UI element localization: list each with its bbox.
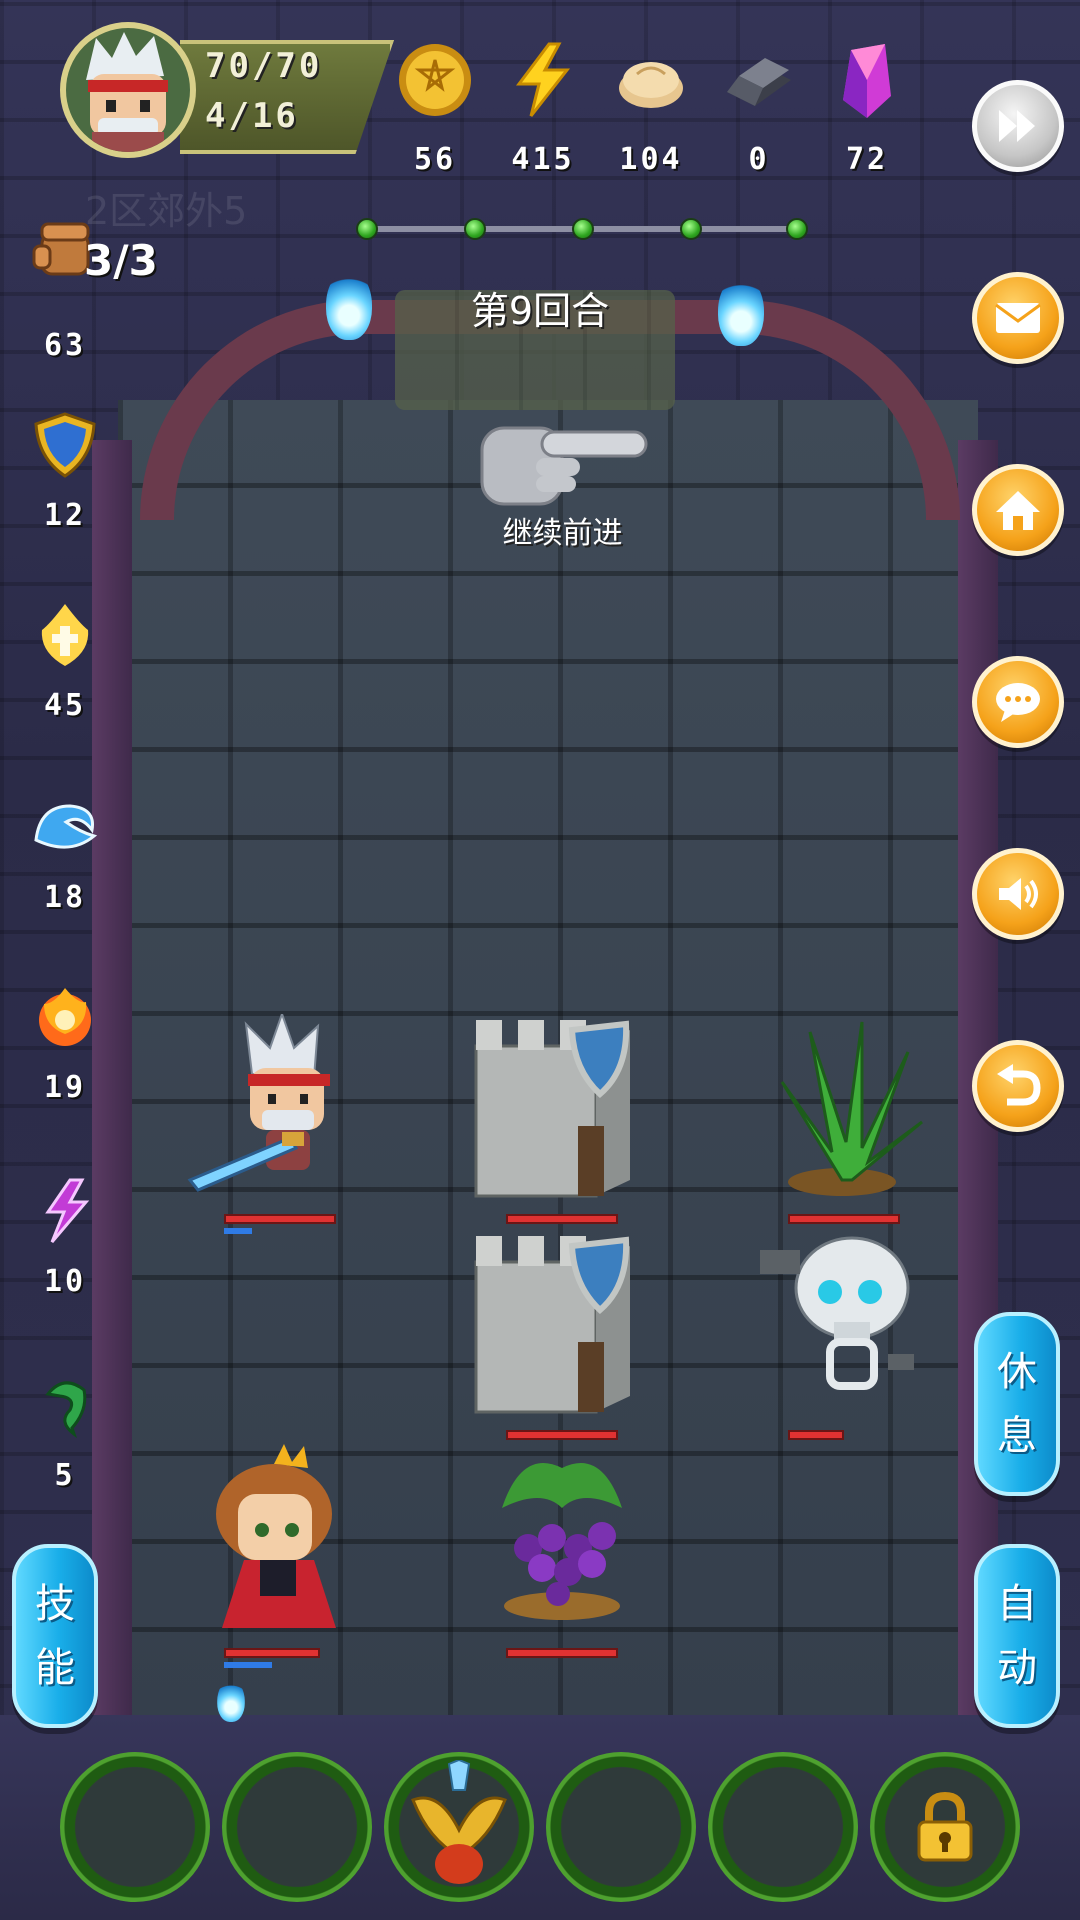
rest-label: 休息 bbox=[997, 1349, 1037, 1459]
resource-bun: 104 bbox=[606, 40, 696, 177]
lightning-value: 10 bbox=[43, 1264, 87, 1299]
stage-progress-dot bbox=[356, 218, 378, 240]
level-progress-text: 4/16 bbox=[205, 96, 299, 136]
winged-potion-icon bbox=[411, 1760, 507, 1884]
continue-label: 继续前进 bbox=[502, 516, 623, 551]
attr-shield: 12 bbox=[20, 410, 110, 533]
poison-claw-icon bbox=[45, 1381, 87, 1439]
hero-swordsman-icon bbox=[187, 1010, 330, 1192]
iron-value: 0 bbox=[748, 142, 770, 177]
grapes-hp-bar bbox=[506, 1648, 618, 1658]
water-value: 18 bbox=[43, 880, 87, 915]
sound-button[interactable] bbox=[972, 848, 1064, 940]
purple-lightning-icon bbox=[45, 1178, 90, 1243]
skill-slot-3[interactable] bbox=[384, 1752, 534, 1902]
hero-hp-bar bbox=[224, 1214, 336, 1224]
shield-value: 12 bbox=[43, 498, 87, 533]
skill-slot-1[interactable] bbox=[60, 1752, 210, 1902]
fire-icon bbox=[39, 988, 91, 1046]
return-button[interactable] bbox=[972, 1040, 1064, 1132]
resource-crystal: 72 bbox=[822, 40, 912, 177]
iron-ingot-icon bbox=[727, 58, 791, 106]
continue-forward-button[interactable] bbox=[472, 418, 652, 512]
envelope-icon bbox=[995, 303, 1041, 333]
stone-tower-icon bbox=[474, 1020, 630, 1198]
energy-value: 415 bbox=[511, 142, 575, 177]
skeleton-warrior-icon bbox=[760, 1236, 914, 1390]
skeleton-unit[interactable] bbox=[760, 1228, 940, 1422]
bun-value: 104 bbox=[619, 142, 683, 177]
crystal-value: 72 bbox=[845, 142, 889, 177]
princess-mp-bar bbox=[224, 1662, 272, 1668]
rest-button[interactable]: 休息 bbox=[974, 1312, 1060, 1496]
home-button[interactable] bbox=[972, 464, 1064, 556]
shield-icon bbox=[34, 412, 96, 478]
game-stage: 70/70 4/16 2区郊外5 56 415 104 0 72 第9回合 继续… bbox=[0, 0, 1080, 1920]
holy-value: 45 bbox=[43, 688, 87, 723]
gold-value: 56 bbox=[413, 142, 457, 177]
fist-value: 63 bbox=[43, 328, 87, 363]
grape-vine-icon bbox=[502, 1463, 622, 1620]
skill-slot-4[interactable] bbox=[546, 1752, 696, 1902]
attr-water: 18 bbox=[20, 792, 110, 915]
hero-face-icon bbox=[86, 32, 168, 152]
attr-fire: 19 bbox=[20, 982, 110, 1105]
lightning-bolt-icon bbox=[516, 42, 571, 117]
hero-unit[interactable] bbox=[186, 1010, 376, 1198]
chat-bubble-icon bbox=[996, 683, 1040, 722]
stage-progress-dot bbox=[464, 218, 486, 240]
padlock-icon bbox=[917, 1792, 973, 1862]
princess-unit[interactable] bbox=[204, 1444, 354, 1638]
fast-forward-icon bbox=[999, 110, 1035, 142]
fire-value: 19 bbox=[43, 1070, 87, 1105]
gold-coin-icon bbox=[399, 44, 471, 116]
resource-gold: 56 bbox=[390, 40, 480, 177]
resource-energy: 415 bbox=[498, 40, 588, 177]
holy-flame-icon bbox=[41, 604, 89, 666]
stone-tower-icon bbox=[474, 1236, 630, 1414]
skeleton-hp-bar bbox=[788, 1430, 844, 1440]
tower-unit-2[interactable] bbox=[466, 1216, 656, 1420]
speaker-icon bbox=[999, 878, 1038, 910]
tower-unit-1[interactable] bbox=[466, 1000, 656, 1204]
skill-label: 技能 bbox=[35, 1581, 75, 1691]
skill-slot-locked[interactable] bbox=[870, 1752, 1020, 1902]
skill-slot-5[interactable] bbox=[708, 1752, 858, 1902]
tower2-hp-bar bbox=[506, 1430, 618, 1440]
return-arrow-icon bbox=[997, 1064, 1041, 1106]
home-icon bbox=[996, 491, 1040, 530]
crystal-icon bbox=[843, 44, 891, 118]
hp-text: 70/70 bbox=[205, 46, 323, 86]
skill-button[interactable]: 技能 bbox=[12, 1544, 98, 1728]
blue-flame-icon bbox=[217, 1680, 245, 1722]
mail-button[interactable] bbox=[972, 272, 1064, 364]
princess-icon bbox=[216, 1444, 336, 1628]
hero-mp-bar bbox=[224, 1228, 252, 1234]
water-wave-icon bbox=[34, 804, 98, 849]
grass-plant-icon bbox=[780, 1021, 923, 1196]
attr-holy: 45 bbox=[20, 600, 110, 723]
attr-poison: 5 bbox=[20, 1370, 110, 1493]
fast-forward-button[interactable] bbox=[972, 80, 1064, 172]
poison-value: 5 bbox=[54, 1458, 76, 1493]
princess-hp-bar bbox=[224, 1648, 320, 1658]
auto-label: 自动 bbox=[997, 1581, 1037, 1691]
chat-button[interactable] bbox=[972, 656, 1064, 748]
attr-lightning: 10 bbox=[20, 1176, 110, 1299]
skill-slot-2[interactable] bbox=[222, 1752, 372, 1902]
stage-progress-dot bbox=[572, 218, 594, 240]
hero-portrait[interactable] bbox=[60, 22, 196, 158]
plant-hp-bar bbox=[788, 1214, 900, 1224]
fist-count: 3/3 bbox=[84, 236, 158, 285]
auto-button[interactable]: 自动 bbox=[974, 1544, 1060, 1728]
stage-progress-dot bbox=[786, 218, 808, 240]
resource-iron: 0 bbox=[714, 40, 804, 177]
grapes-unit[interactable] bbox=[472, 1448, 652, 1632]
pointing-hand-icon bbox=[480, 426, 648, 506]
round-label: 第9回合 bbox=[470, 289, 610, 333]
stage-progress-dot bbox=[680, 218, 702, 240]
bun-icon bbox=[619, 62, 683, 108]
plant-unit[interactable] bbox=[752, 1012, 932, 1206]
